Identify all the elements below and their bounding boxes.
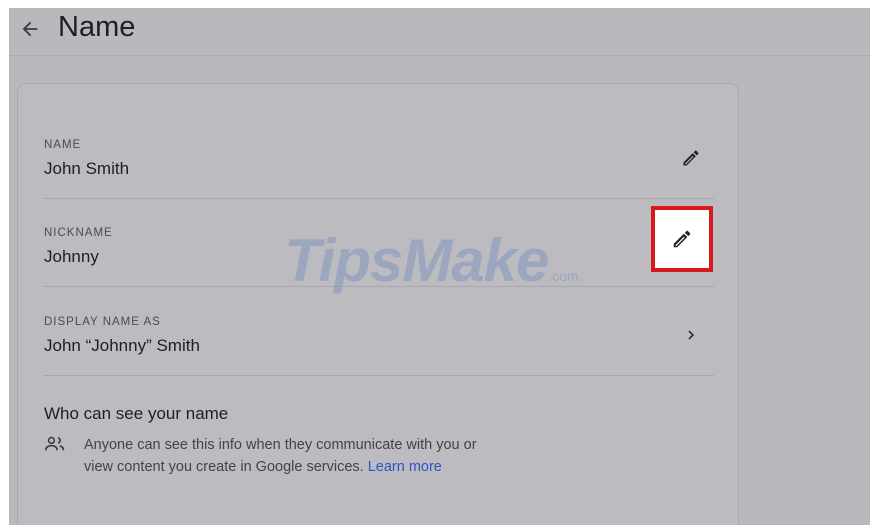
learn-more-link[interactable]: Learn more	[368, 459, 442, 475]
back-arrow-icon	[22, 21, 38, 37]
visibility-title: Who can see your name	[44, 404, 229, 423]
chevron-right-icon	[688, 330, 694, 340]
name-label: NAME	[44, 139, 82, 151]
page-title: Name	[58, 11, 136, 43]
people-icon	[44, 436, 65, 451]
pencil-icon	[673, 230, 691, 248]
nickname-value: Johnny	[44, 247, 99, 266]
back-button[interactable]	[13, 12, 47, 46]
divider	[44, 375, 714, 376]
display-name-label: DISPLAY NAME AS	[44, 316, 161, 328]
app-header: Name	[9, 8, 870, 56]
display-name-chevron[interactable]	[678, 322, 704, 348]
nickname-label: NICKNAME	[44, 227, 113, 239]
pencil-icon	[683, 150, 699, 166]
edit-name-button[interactable]	[678, 145, 704, 171]
edit-nickname-button[interactable]	[651, 206, 713, 272]
display-name-value: John “Johnny” Smith	[44, 336, 200, 355]
screen: Name NAME John Smith NICKNAME Johnny DIS…	[9, 8, 870, 525]
name-card: NAME John Smith NICKNAME Johnny DISPLAY …	[17, 83, 739, 525]
name-value: John Smith	[44, 159, 130, 178]
divider	[44, 286, 714, 287]
visibility-description: Anyone can see this info when they commu…	[84, 434, 504, 478]
divider	[44, 198, 714, 199]
